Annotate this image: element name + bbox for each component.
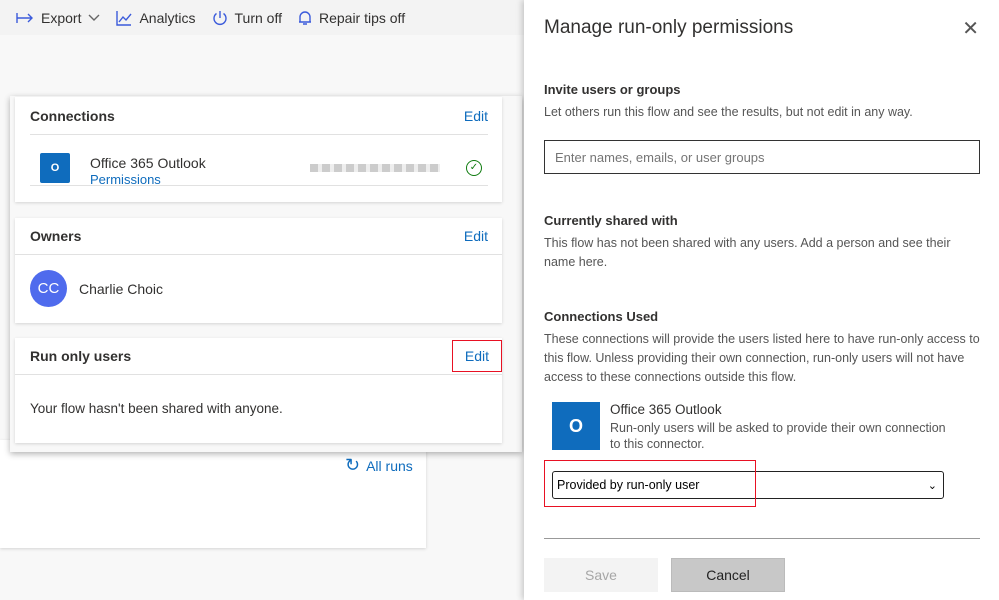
connector-info: Office 365 Outlook Run-only users will b… (610, 402, 950, 452)
analytics-button[interactable]: Analytics (116, 9, 196, 26)
refresh-icon: ↻ (345, 455, 361, 475)
connections-title: Connections (30, 107, 115, 124)
owners-edit-link[interactable]: Edit (464, 228, 488, 244)
outlook-icon: O (40, 153, 70, 183)
outlook-icon: O (552, 402, 600, 450)
shared-section: Currently shared with This flow has not … (544, 213, 984, 272)
export-button[interactable]: Export (16, 10, 100, 26)
command-bar: Export Analytics Turn off Repair tips of… (0, 0, 524, 35)
connections-used-section: Connections Used These connections will … (544, 309, 984, 387)
connection-name: Office 365 Outlook (90, 155, 206, 171)
connections-edit-link[interactable]: Edit (464, 108, 488, 124)
permissions-link[interactable]: Permissions (90, 172, 161, 187)
turn-off-button[interactable]: Turn off (212, 10, 282, 26)
export-label: Export (41, 9, 82, 26)
analytics-icon (116, 10, 133, 26)
divider (544, 538, 980, 539)
cancel-button[interactable]: Cancel (671, 558, 785, 592)
redacted-account (310, 164, 440, 172)
turn-off-label: Turn off (234, 9, 282, 26)
chevron-down-icon: ⌄ (927, 479, 937, 492)
run-only-message: Your flow hasn't been shared with anyone… (30, 401, 283, 416)
panel-title: Manage run-only permissions (544, 17, 794, 38)
owner-name: Charlie Choic (79, 280, 164, 297)
close-icon[interactable]: ✕ (962, 16, 979, 41)
owners-card: Owners Edit CC Charlie Choic (15, 218, 502, 323)
connection-row: O Office 365 Outlook Permissions ✓ (30, 134, 488, 187)
save-button[interactable]: Save (544, 558, 658, 592)
connections-used-desc: These connections will provide the users… (544, 332, 980, 384)
run-only-users-card: Run only users Edit Your flow hasn't bee… (15, 338, 502, 443)
all-runs-link[interactable]: ↻ All runs (345, 455, 413, 476)
manage-permissions-panel: Manage run-only permissions ✕ Invite use… (524, 0, 999, 600)
connector-desc: Run-only users will be asked to provide … (610, 421, 946, 451)
avatar: CC (30, 270, 67, 307)
connector-name: Office 365 Outlook (610, 402, 722, 417)
invite-heading: Invite users or groups (544, 82, 681, 97)
export-icon (16, 12, 33, 23)
analytics-label: Analytics (139, 9, 196, 26)
invite-input[interactable] (544, 140, 980, 174)
shared-heading: Currently shared with (544, 213, 678, 228)
invite-section: Invite users or groups Let others run th… (544, 82, 984, 174)
details-popup: Connections Edit O Office 365 Outlook Per… (10, 96, 522, 452)
power-icon (212, 10, 227, 25)
run-only-title: Run only users (30, 348, 132, 364)
chevron-down-icon (88, 14, 100, 21)
repair-tips-button[interactable]: Repair tips off (298, 10, 405, 26)
highlight-box (544, 460, 756, 507)
check-icon: ✓ (466, 160, 482, 176)
shared-desc: This flow has not been shared with any u… (544, 236, 951, 269)
repair-tips-label: Repair tips off (318, 9, 406, 26)
owners-title: Owners (30, 228, 82, 244)
bell-icon (298, 10, 311, 25)
all-runs-label: All runs (366, 457, 413, 474)
connections-card: Connections Edit O Office 365 Outlook Per… (15, 97, 502, 202)
connections-used-heading: Connections Used (544, 309, 659, 324)
invite-desc: Let others run this flow and see the res… (544, 105, 913, 119)
run-only-edit-link[interactable]: Edit (451, 340, 502, 372)
